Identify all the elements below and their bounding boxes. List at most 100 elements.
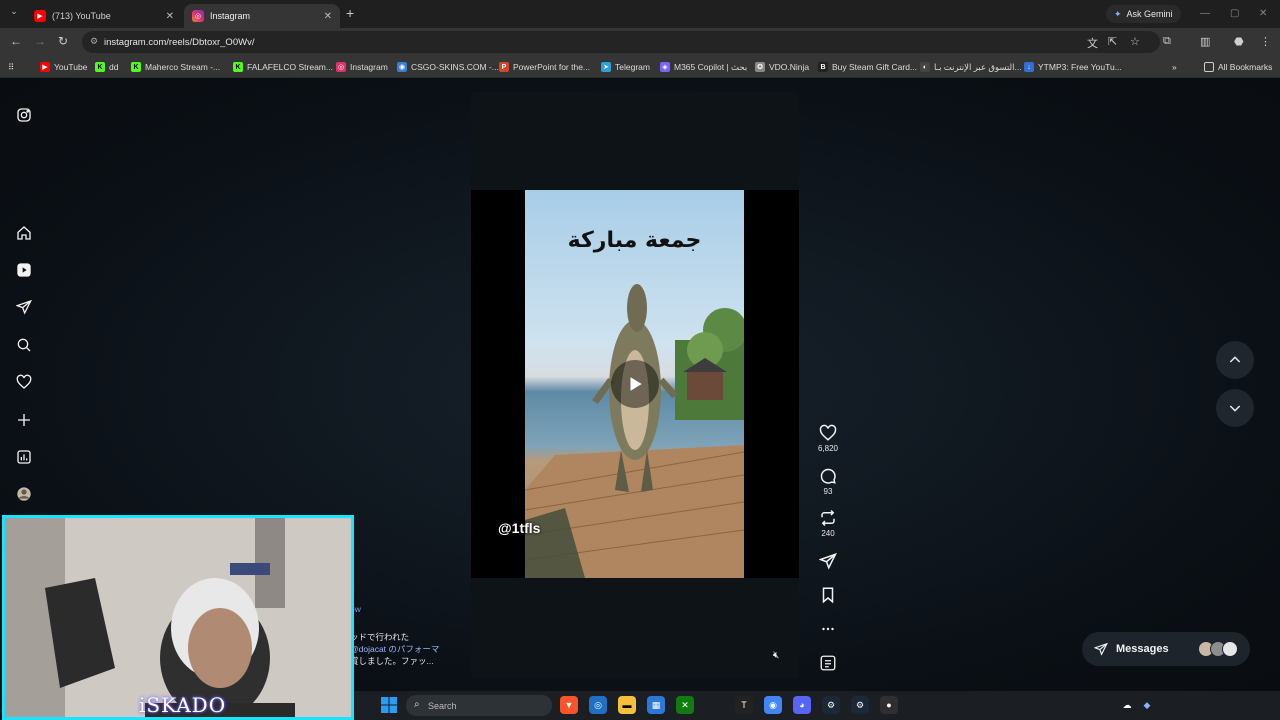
xbox-icon[interactable]: ✕ [676, 696, 694, 714]
audio-button[interactable] [812, 654, 844, 672]
steam-icon[interactable]: ⚙ [822, 696, 840, 714]
kick-icon: K [131, 62, 141, 72]
bookmark-dd[interactable]: Kdd [95, 60, 118, 74]
bookmark-powerpoint[interactable]: P PowerPoint for the... [499, 60, 590, 74]
bookmark-telegram[interactable]: ➤ Telegram [601, 60, 650, 74]
caption-line: @dojacat のパフォーマ [350, 644, 440, 654]
profile-icon[interactable]: ⬣ [1234, 35, 1244, 48]
bookmark-m365-copilot[interactable]: ◈ M365 Copilot | بحث [660, 60, 747, 74]
save-button[interactable] [812, 586, 844, 604]
messages-button[interactable]: Messages [1082, 632, 1250, 666]
telegram-icon: ➤ [601, 62, 611, 72]
back-icon[interactable]: ← [10, 34, 22, 48]
notifications-heart-icon[interactable] [14, 372, 34, 392]
reel-video[interactable]: جمعة مباركة @1tfls [471, 190, 799, 578]
close-icon[interactable]: ✕ [324, 11, 332, 22]
search-icon[interactable] [14, 335, 34, 355]
minimize-icon[interactable]: — [1200, 8, 1210, 19]
bookmark-instagram[interactable]: ◎ Instagram [336, 60, 388, 74]
reel-card[interactable]: جمعة مباركة @1tfls 🔇︎ [471, 92, 799, 678]
bookmark-csgo-skins[interactable]: ◉ CSGO-SKINS.COM -... [397, 60, 499, 74]
repost-count: 240 [821, 529, 835, 538]
kick-icon: K [233, 62, 243, 72]
bookmarks-bar: ⠿ ▶ YouTube Kdd K Maherco Stream -... K FAL… [0, 56, 1280, 78]
bookmark-label: Maherco Stream -... [145, 62, 221, 72]
like-button[interactable]: 6,820 [812, 424, 844, 453]
repost-icon [821, 509, 835, 527]
brave-icon[interactable]: ▼ [560, 696, 578, 714]
site-info-icon[interactable]: ⚙ [90, 36, 98, 47]
bookmark-online-shopping[interactable]: ◐ التسوق عبر الإنترنت بـا... [920, 60, 1022, 74]
window-close-icon[interactable]: ✕ [1259, 8, 1267, 19]
share-button[interactable] [812, 552, 844, 570]
install-app-icon[interactable]: ⇱ [1108, 35, 1117, 48]
bookmark-star-icon[interactable]: ☆ [1130, 35, 1140, 48]
message-avatars [1198, 641, 1238, 657]
previous-reel-button[interactable] [1216, 341, 1254, 379]
new-tab-button[interactable]: + [346, 5, 354, 21]
instagram-icon: ◎ [336, 62, 346, 72]
app-icon[interactable]: ◎ [589, 696, 607, 714]
bookmark-steam-gift-card[interactable]: B Buy Steam Gift Card... [818, 60, 917, 74]
file-explorer-icon[interactable]: ▬ [618, 696, 636, 714]
next-reel-button[interactable] [1216, 389, 1254, 427]
bookmark-falafelco[interactable]: K FALAFELCO Stream... [233, 60, 333, 74]
bookmark-label: YTMP3: Free YouTu... [1038, 62, 1122, 72]
create-plus-icon[interactable] [14, 410, 34, 430]
profile-avatar[interactable] [14, 484, 34, 504]
tab-youtube[interactable]: ▶ (713) YouTube ✕ [26, 4, 182, 28]
bookmark-ytmp3[interactable]: ↓ YTMP3: Free YouTu... [1024, 60, 1122, 74]
instagram-logo-icon[interactable] [14, 105, 34, 125]
reload-icon[interactable]: ↻ [58, 34, 68, 48]
dashboard-icon[interactable] [14, 447, 34, 467]
extensions-icon[interactable]: ⧉ [1163, 35, 1171, 48]
heart-icon [819, 424, 837, 441]
address-bar[interactable]: ⚙ instagram.com/reels/Dbtoxr_O0Wv/ [82, 31, 1160, 53]
youtube-icon: ▶ [34, 10, 46, 22]
store-icon[interactable]: ▦ [647, 696, 665, 714]
all-bookmarks[interactable]: All Bookmarks [1204, 60, 1272, 74]
ask-gemini-button[interactable]: ✦ Ask Gemini [1106, 5, 1181, 23]
repost-button[interactable]: 240 [812, 509, 844, 538]
bookmark-maherco[interactable]: K Maherco Stream -... [131, 60, 220, 74]
start-icon[interactable] [380, 696, 398, 714]
translate-icon[interactable]: 文 [1087, 35, 1098, 51]
tab-instagram[interactable]: ◎ Instagram ✕ [184, 4, 340, 28]
mute-icon[interactable]: 🔇︎ [773, 650, 779, 661]
comment-button[interactable]: 93 [812, 467, 844, 496]
browser-tab-strip: ⌄ ▶ (713) YouTube ✕ ◎ Instagram ✕ + ✦ As… [0, 0, 1280, 28]
side-panel-icon[interactable]: ▥ [1200, 35, 1210, 48]
obs-icon[interactable]: ● [880, 696, 898, 714]
tradingview-icon[interactable]: T [735, 696, 753, 714]
bookmark-label: CSGO-SKINS.COM -... [411, 62, 499, 72]
tray-icon[interactable]: ◆ [1138, 696, 1156, 714]
maximize-icon[interactable]: ▢ [1230, 8, 1239, 19]
menu-icon[interactable]: ⋮ [1260, 35, 1271, 48]
forward-icon[interactable]: → [34, 34, 46, 48]
apps-icon[interactable]: ⠿ [8, 60, 14, 74]
bookmark-youtube[interactable]: ▶ YouTube [40, 60, 87, 74]
csgo-icon: ◉ [397, 62, 407, 72]
play-button[interactable] [611, 360, 659, 408]
folder-icon [1204, 62, 1214, 72]
powerpoint-icon: P [499, 62, 509, 72]
chrome-icon[interactable]: ◉ [764, 696, 782, 714]
discord-icon[interactable]: ◕ [793, 696, 811, 714]
home-icon[interactable] [14, 223, 34, 243]
streamer-name-label: iSKADO [139, 693, 227, 717]
taskbar-search[interactable]: ⌕ Search [406, 695, 552, 716]
search-placeholder: Search [428, 700, 457, 711]
steam-icon[interactable]: ⚙ [851, 696, 869, 714]
bookmark-vdo-ninja[interactable]: ✪ VDO.Ninja [755, 60, 809, 74]
onedrive-icon[interactable]: ☁ [1118, 696, 1136, 714]
ask-gemini-label: Ask Gemini [1126, 9, 1173, 19]
reels-icon[interactable] [14, 260, 34, 280]
close-icon[interactable]: ✕ [166, 11, 174, 22]
reel-overlay-text: جمعة مباركة [567, 228, 702, 253]
direct-messages-icon[interactable] [14, 297, 34, 317]
tab-label: Instagram [210, 11, 251, 21]
more-options-button[interactable] [812, 620, 844, 638]
more-bookmarks-icon[interactable]: » [1172, 60, 1177, 74]
tab-search-button[interactable]: ⌄ [6, 6, 22, 22]
gemini-icon: ✦ [1114, 8, 1122, 19]
